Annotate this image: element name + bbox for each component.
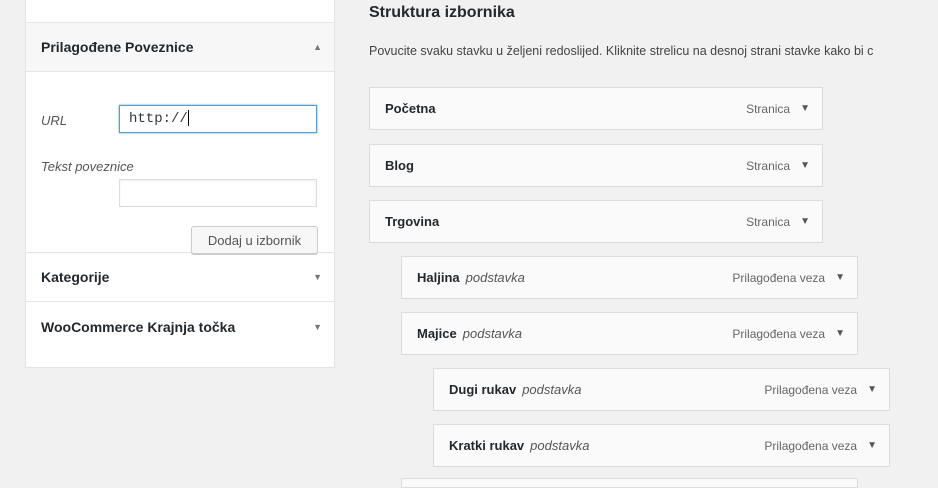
menu-item-majice[interactable]: Majice podstavka Prilagođena veza ▼ (401, 312, 858, 355)
menu-item-dugi-rukav[interactable]: Dugi rukav podstavka Prilagođena veza ▼ (433, 368, 890, 411)
menu-item-title: Blog (385, 158, 414, 173)
menu-item-title: Trgovina (385, 214, 440, 229)
menu-item-title: Početna (385, 101, 436, 116)
menu-items-panel: Prilagođene Poveznice ▲ URL http:// Teks… (25, 0, 335, 368)
accordion-previous-section (26, 0, 334, 23)
triangle-down-icon[interactable]: ▼ (800, 103, 810, 114)
menu-item-pocetna[interactable]: Početna Stranica ▼ (369, 87, 823, 130)
url-label: URL (41, 113, 68, 128)
menu-item-type: Prilagođena veza (764, 438, 858, 453)
accordion-woocommerce-header[interactable]: WooCommerce Krajnja točka ▼ (26, 302, 334, 351)
menu-item-type: Stranica (746, 101, 791, 116)
menu-item-title: Majice (417, 326, 457, 341)
custom-links-form: URL http:// Tekst poveznice Dodaj u izbo… (26, 72, 334, 254)
menu-item-title: Kratki rukav (449, 438, 525, 453)
menu-item-type: Prilagođena veza (764, 382, 858, 397)
add-to-menu-button[interactable]: Dodaj u izbornik (191, 226, 318, 254)
url-input[interactable]: http:// (119, 105, 317, 133)
menu-item-blog[interactable]: Blog Stranica ▼ (369, 144, 823, 187)
menu-structure-description: Povucite svaku stavku u željeni redoslij… (369, 44, 874, 58)
triangle-down-icon[interactable]: ▼ (835, 328, 845, 339)
accordion-title: Kategorije (41, 269, 110, 285)
menu-item-trgovina[interactable]: Trgovina Stranica ▼ (369, 200, 823, 243)
triangle-up-icon: ▲ (313, 42, 322, 52)
url-input-value: http:// (129, 111, 188, 127)
menu-item-subitem-label: podstavka (465, 270, 525, 285)
menu-item-title: Haljina (417, 270, 460, 285)
menu-item-subitem-label: podstavka (530, 438, 590, 453)
menu-item-subitem-label: podstavka (462, 326, 523, 341)
menu-item-partial[interactable] (401, 478, 858, 488)
accordion-title: WooCommerce Krajnja točka (41, 318, 236, 335)
menu-item-type: Prilagođena veza (732, 270, 826, 285)
link-text-label: Tekst poveznice (41, 159, 134, 174)
menu-item-haljina[interactable]: Haljina podstavka Prilagođena veza ▼ (401, 256, 858, 299)
accordion-custom-links-header[interactable]: Prilagođene Poveznice ▲ (26, 23, 334, 72)
accordion-title: Prilagođene Poveznice (41, 39, 194, 55)
menu-item-title: Dugi rukav (449, 382, 517, 397)
triangle-down-icon[interactable]: ▼ (867, 384, 877, 395)
link-text-input[interactable] (119, 179, 317, 207)
triangle-down-icon: ▼ (313, 272, 322, 282)
menu-item-type: Stranica (746, 158, 791, 173)
menu-item-subitem-label: podstavka (522, 382, 582, 397)
triangle-down-icon[interactable]: ▼ (867, 440, 877, 451)
menu-item-type: Prilagođena veza (732, 326, 826, 341)
menu-structure-title: Struktura izbornika (369, 4, 515, 21)
triangle-down-icon[interactable]: ▼ (800, 160, 810, 171)
triangle-down-icon[interactable]: ▼ (835, 272, 845, 283)
accordion-categories-header[interactable]: Kategorije ▼ (26, 253, 334, 302)
menu-item-type: Stranica (746, 214, 791, 229)
menu-item-kratki-rukav[interactable]: Kratki rukav podstavka Prilagođena veza ▼ (433, 424, 890, 467)
triangle-down-icon[interactable]: ▼ (800, 216, 810, 227)
triangle-down-icon: ▼ (313, 321, 322, 332)
